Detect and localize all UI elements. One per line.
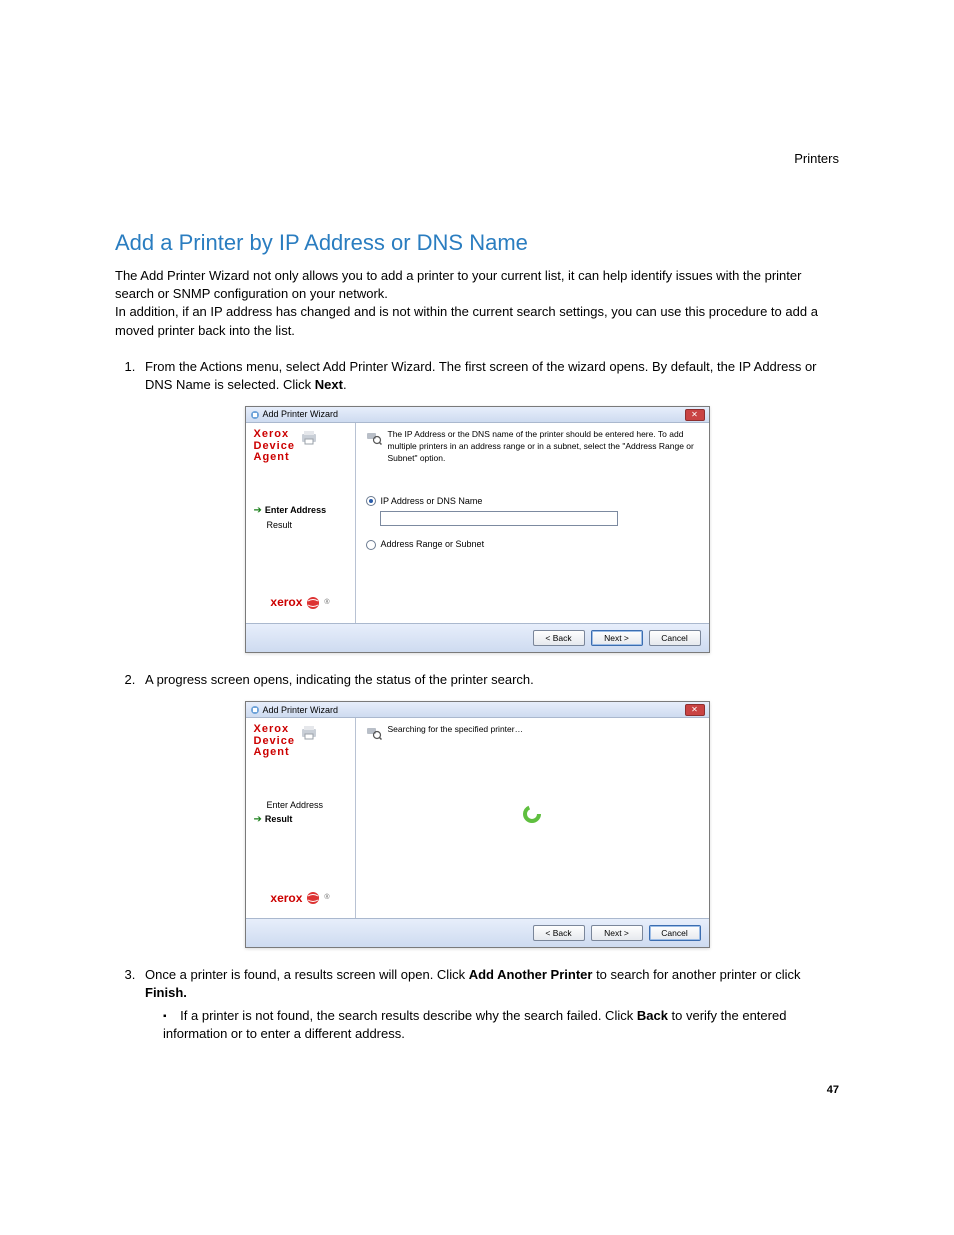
step-1: From the Actions menu, select Add Printe… [139,358,839,394]
step-enter-label: Enter Address [267,799,324,812]
step-3: Once a printer is found, a results scree… [139,966,839,1043]
radio-icon [366,496,376,506]
cancel-button[interactable]: Cancel [649,925,701,941]
registered-mark: ® [324,598,329,608]
magnifier-printer-icon [366,724,382,740]
brand-l1: Xerox [254,723,290,735]
searching-text: Searching for the specified printer… [388,724,524,740]
magnifier-printer-icon [366,429,382,445]
registered-mark: ® [324,893,329,903]
close-button[interactable]: ✕ [685,409,705,421]
step-result-label: Result [265,813,293,826]
xerox-word: xerox [270,594,302,611]
radio-ip-address[interactable]: IP Address or DNS Name [366,495,699,508]
printer-icon [300,724,318,742]
wizard-title: Add Printer Wizard [263,408,685,421]
sub-bold: Back [637,1008,668,1023]
wizard-desc-text: The IP Address or the DNS name of the pr… [388,429,699,465]
wizard-enter-address: Add Printer Wizard ✕ Xerox Device Agent … [245,406,710,653]
step-enter-address: ➔Enter Address [254,504,347,518]
radio-ip-label: IP Address or DNS Name [381,495,483,508]
brand-block: Xerox Device Agent [254,429,347,464]
wizard-title: Add Printer Wizard [263,704,685,717]
intro-p1: The Add Printer Wizard not only allows y… [115,268,801,301]
wizard-footer: < Back Next > Cancel [246,918,709,947]
wizard-searching: Add Printer Wizard ✕ Xerox Device Agent … [245,701,710,948]
wizard-titlebar: Add Printer Wizard ✕ [246,702,709,718]
radio-icon [366,540,376,550]
page-number: 47 [115,1083,839,1098]
step-result: Result [254,519,347,532]
step-1-pre: From the Actions menu, select Add Printe… [145,359,817,392]
xerox-ball-icon [306,596,320,610]
step-enter-label: Enter Address [265,504,326,517]
brand-l2: Device [254,735,295,747]
section-header: Printers [115,150,839,168]
step-3-sub: If a printer is not found, the search re… [157,1007,839,1043]
app-icon [250,705,260,715]
app-icon [250,410,260,420]
brand-block: Xerox Device Agent [254,724,347,759]
radio-address-range[interactable]: Address Range or Subnet [366,538,699,551]
xerox-word: xerox [270,890,302,907]
spinner-icon [522,804,542,824]
step-3-pre: Once a printer is found, a results scree… [145,967,469,982]
wizard-footer: < Back Next > Cancel [246,623,709,652]
step-arrow-icon: ➔ [254,504,262,518]
wizard-status: Searching for the specified printer… [366,724,699,740]
back-button[interactable]: < Back [533,630,585,646]
xerox-logo: xerox ® [254,594,347,611]
step-3-mid: to search for another printer or click [592,967,800,982]
step-result: ➔Result [254,813,347,827]
step-3-bold1: Add Another Printer [469,967,593,982]
printer-icon [300,429,318,447]
brand-l3: Agent [254,451,290,463]
radio-range-label: Address Range or Subnet [381,538,485,551]
brand-l2: Device [254,440,295,452]
close-button[interactable]: ✕ [685,704,705,716]
xerox-ball-icon [306,891,320,905]
next-button[interactable]: Next > [591,630,643,646]
step-result-label: Result [267,519,293,532]
wizard-sidebar: Xerox Device Agent ➔Enter Address Result… [246,423,356,623]
brand-l3: Agent [254,746,290,758]
intro-text: The Add Printer Wizard not only allows y… [115,267,839,340]
wizard-sidebar: Xerox Device Agent Enter Address ➔Result… [246,718,356,918]
next-button[interactable]: Next > [591,925,643,941]
wizard-titlebar: Add Printer Wizard ✕ [246,407,709,423]
wizard-main: The IP Address or the DNS name of the pr… [356,423,709,623]
step-2: A progress screen opens, indicating the … [139,671,839,689]
step-1-bold: Next [315,377,343,392]
intro-p2: In addition, if an IP address has change… [115,304,818,337]
step-1-post: . [343,377,347,392]
wizard-description: The IP Address or the DNS name of the pr… [366,429,699,465]
ip-address-input[interactable] [380,511,618,526]
brand-l1: Xerox [254,428,290,440]
page-title: Add a Printer by IP Address or DNS Name [115,228,839,259]
sub-pre: If a printer is not found, the search re… [180,1008,637,1023]
cancel-button[interactable]: Cancel [649,630,701,646]
xerox-logo: xerox ® [254,890,347,907]
back-button[interactable]: < Back [533,925,585,941]
step-3-bold2: Finish. [145,985,187,1000]
step-arrow-icon: ➔ [254,813,262,827]
step-enter-address: Enter Address [254,799,347,812]
wizard-main: Searching for the specified printer… [356,718,709,918]
